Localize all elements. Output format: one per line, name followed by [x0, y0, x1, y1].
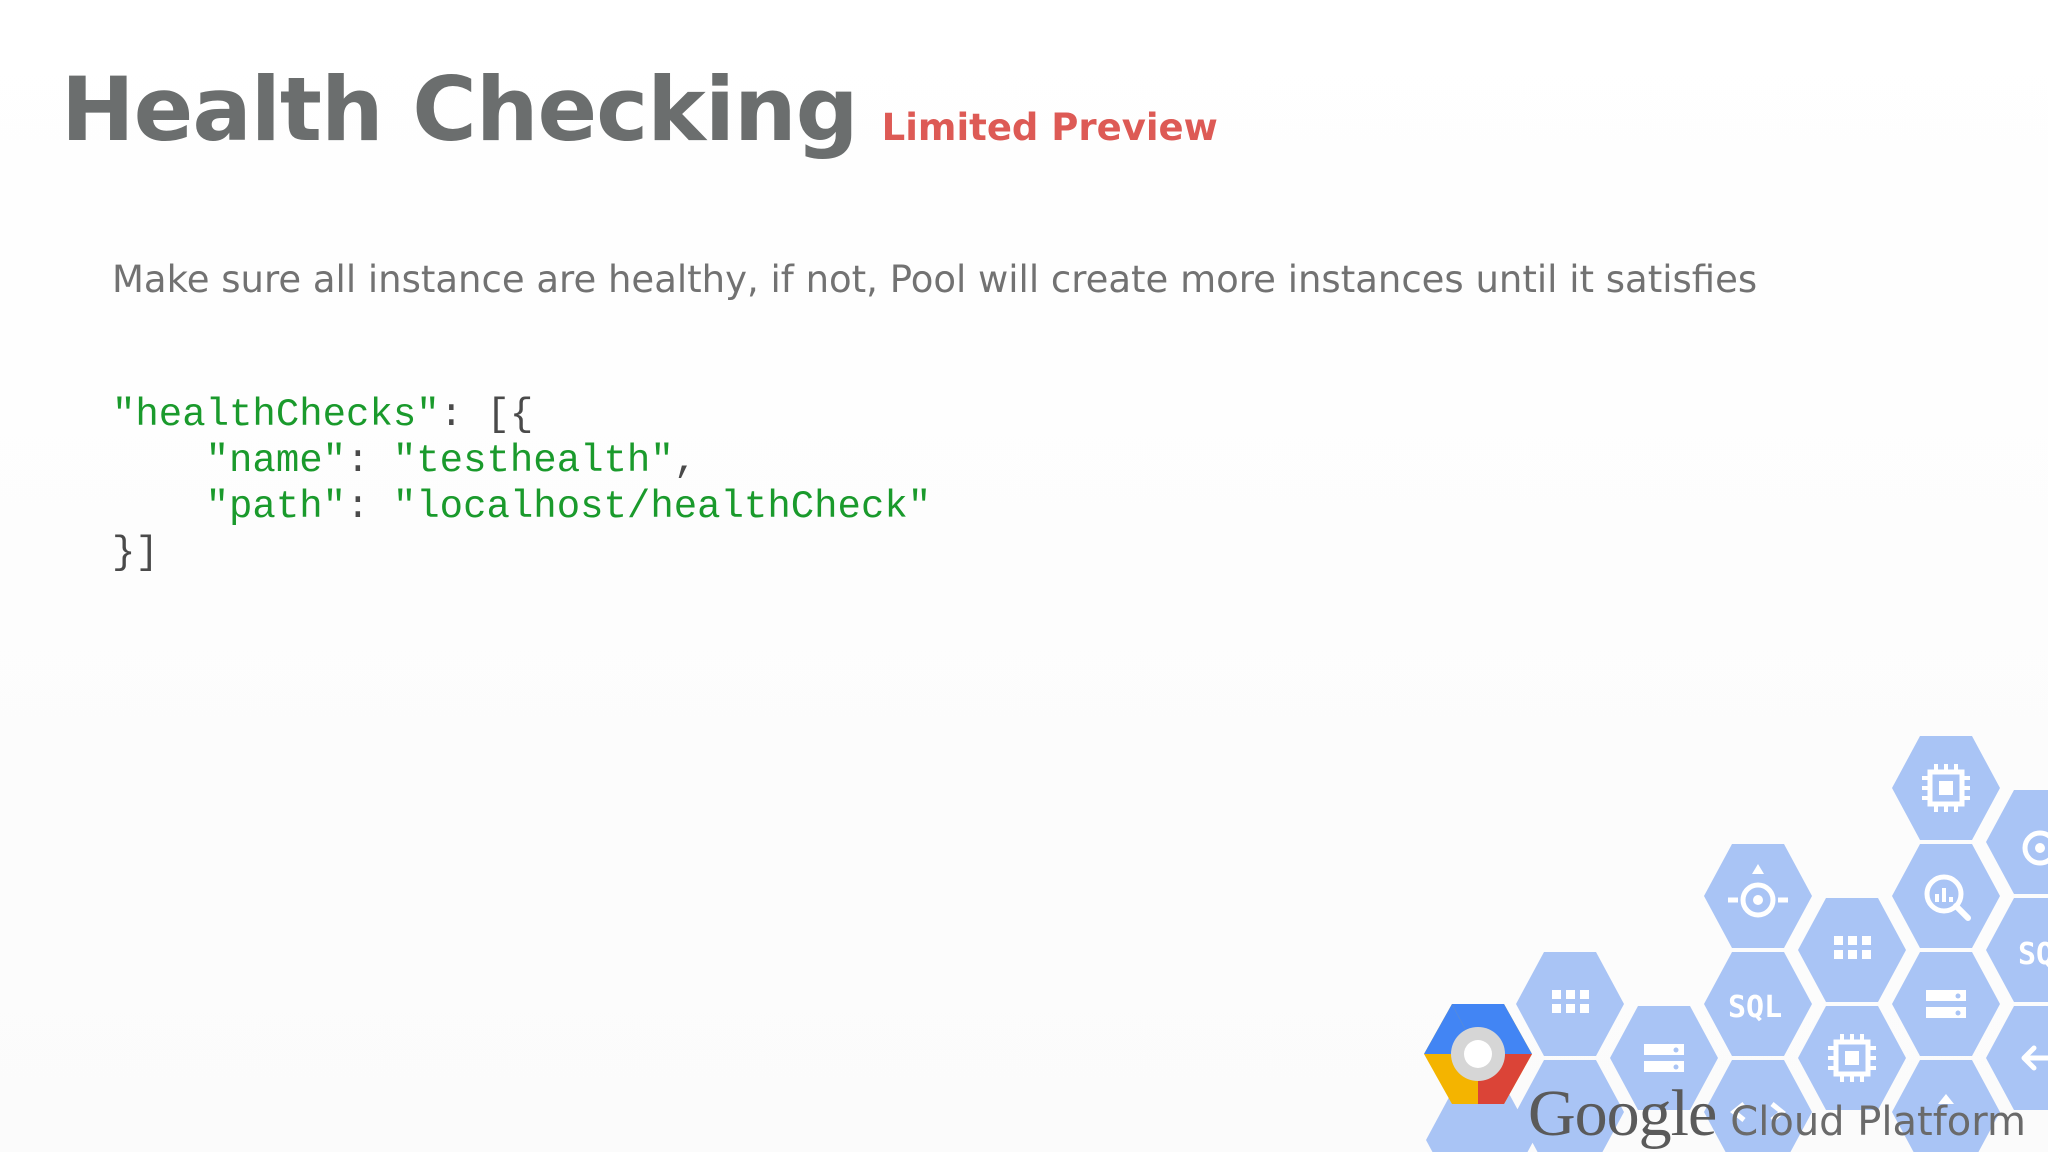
code-punct: : [{ [439, 393, 534, 437]
code-key-path: "path" [205, 485, 347, 529]
hex-chip-icon-top [1892, 736, 2000, 840]
title-row: Health Checking Limited Preview [61, 58, 1218, 161]
svg-text:SQL: SQL [1728, 990, 1782, 1025]
hex-sql-icon: SQL [1704, 952, 1812, 1056]
preview-badge: Limited Preview [881, 106, 1218, 149]
svg-text:SQ: SQ [2018, 937, 2048, 972]
code-value-path: "localhost/healthCheck" [392, 485, 932, 529]
description-text: Make sure all instance are healthy, if n… [112, 258, 1758, 301]
hex-search-icon [1892, 844, 2000, 948]
hex-target-icon [1704, 844, 1812, 948]
hex-grid-icon-left [1516, 952, 1624, 1056]
code-punct: : [346, 485, 393, 529]
page-title: Health Checking [61, 58, 859, 161]
slide: Health Checking Limited Preview Make sur… [0, 0, 2048, 1152]
code-closing: }] [112, 531, 159, 575]
code-value-testhealth: "testhealth" [392, 439, 674, 483]
google-wordmark: Google [1528, 1077, 1717, 1150]
google-cloud-platform-brand: Google Cloud Platform [1528, 1076, 2026, 1152]
hex-target-icon-right [1986, 790, 2048, 894]
code-punct: : [346, 439, 393, 483]
hex-storage-icon [1892, 952, 2000, 1056]
gcp-logo-icon [1424, 1004, 1532, 1104]
hex-grid-icon-mid [1798, 898, 1906, 1002]
hex-sql-icon-right: SQ [1986, 898, 2048, 1002]
code-block: "healthChecks": [{ "name": "testhealth",… [112, 392, 931, 576]
code-key-healthchecks: "healthChecks" [112, 393, 440, 437]
cloud-platform-wordmark: Cloud Platform [1730, 1099, 2026, 1145]
code-punct: , [673, 439, 698, 483]
code-key-name: "name" [205, 439, 347, 483]
